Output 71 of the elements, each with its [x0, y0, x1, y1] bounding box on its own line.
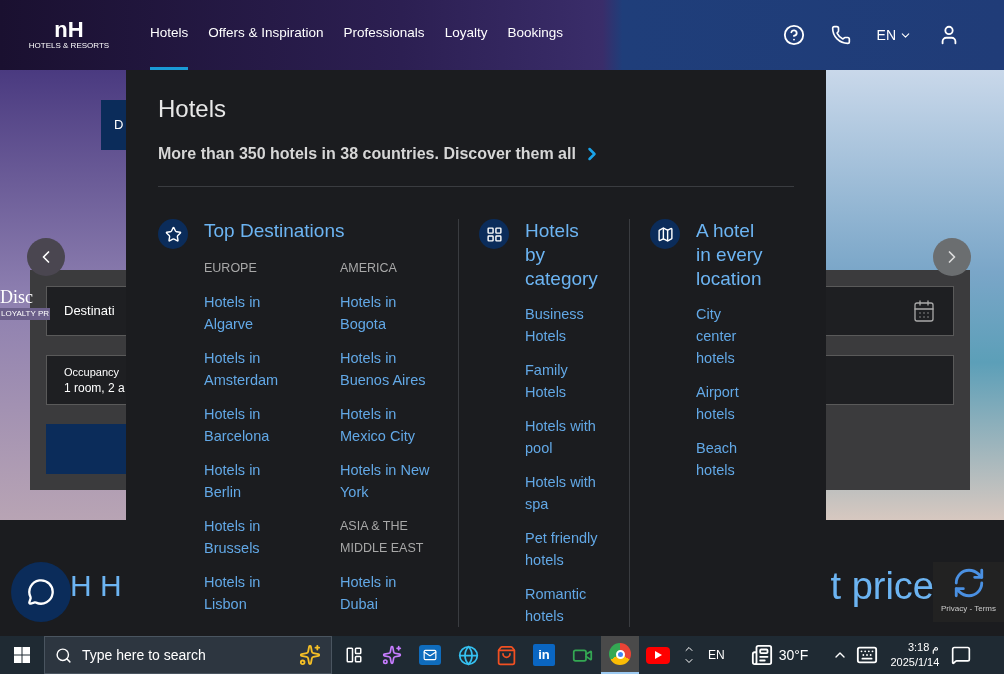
menu-link[interactable]: Hotels in Berlin [204, 459, 294, 503]
logo-text: HOTELS & RESORTS [28, 41, 110, 51]
nav-link[interactable]: Offers & Inspiration [208, 0, 324, 70]
help-icon[interactable] [782, 24, 805, 46]
search-icon [55, 646, 72, 664]
search-placeholder: Type here to search [82, 645, 206, 665]
caption-subtitle: LOYALTY PR [0, 308, 51, 320]
menu-link[interactable]: Hotels in Bogota [340, 291, 430, 335]
menu-link[interactable]: Pet friendly hotels [525, 527, 611, 571]
taskbar-search-field[interactable]: Type here to search [44, 636, 332, 674]
menu-link[interactable]: Hotels in Mexico City [340, 403, 430, 447]
menu-link[interactable]: Business Hotels [525, 303, 611, 347]
menu-link[interactable]: Hotels with pool [525, 415, 611, 459]
banner-heading: t price [830, 564, 934, 608]
menu-link[interactable]: Hotels in Buenos Aires [340, 347, 430, 391]
calendar-icon [912, 299, 936, 323]
menu-title: Hotels [158, 94, 228, 124]
play-icon [646, 646, 670, 664]
column-title: A hotel in every location [696, 219, 764, 291]
weather-text[interactable]: 30°F [778, 644, 809, 666]
menu-link[interactable]: Beach hotels [696, 437, 752, 481]
chat-bubble-icon [27, 578, 55, 606]
column-title: Hotels by category [525, 219, 599, 291]
menu-link[interactable]: Hotels in Amsterdam [204, 347, 294, 391]
destination-placeholder: Destinati [64, 302, 115, 321]
news-icon[interactable] [750, 644, 773, 666]
language-selector[interactable]: EN [876, 24, 912, 46]
grid-icon [479, 219, 509, 249]
menu-link[interactable]: City center hotels [696, 303, 752, 369]
banner-heading: H H [70, 568, 122, 604]
language-indicator[interactable]: EN [708, 646, 725, 664]
occupancy-label: Occupancy [64, 365, 120, 380]
menu-link[interactable]: Hotels with spa [525, 471, 611, 515]
menu-link[interactable]: Family Hotels [525, 359, 611, 403]
linkedin-logo: in [533, 644, 555, 666]
map-icon [650, 219, 680, 249]
region-heading: ASIA & THE MIDDLE EAST [340, 518, 425, 557]
circle-logo-icon [609, 643, 631, 665]
region-heading: AMERICA [340, 260, 398, 277]
menu-link[interactable]: Hotels in Brussels [204, 515, 294, 559]
bag-icon [495, 644, 517, 666]
phone-icon[interactable] [830, 25, 851, 45]
menu-link[interactable]: Romantic hotels [525, 583, 611, 627]
task-view-icon[interactable] [345, 646, 363, 664]
keyboard-icon[interactable] [856, 644, 879, 666]
menu-link[interactable]: Hotels in Algarve [204, 291, 294, 335]
menu-link[interactable]: Hotels in Dubai [340, 571, 430, 615]
menu-link[interactable]: Hotels in Lisbon [204, 571, 294, 615]
clock-time[interactable]: 3:18 م [907, 640, 940, 655]
nav-link[interactable]: Professionals [343, 0, 425, 70]
promo-button[interactable]: D [101, 100, 126, 150]
nav-link[interactable]: Bookings [507, 0, 563, 70]
column-title: Top Destinations [204, 219, 346, 243]
menu-link[interactable]: Hotels in New York [340, 459, 430, 503]
taskbar-app[interactable] [601, 636, 639, 674]
logo-mark[interactable]: nH [54, 19, 84, 41]
sparkle-icon [299, 644, 321, 666]
envelope-icon [419, 645, 441, 665]
taskbar-app[interactable]: in [525, 636, 563, 674]
nav-link[interactable]: Loyalty [444, 0, 488, 70]
chat-button[interactable] [11, 562, 71, 622]
menu-link[interactable]: Hotels in Barcelona [204, 403, 294, 447]
discover-link[interactable]: More than 350 hotels in 38 countries. Discover them all [158, 140, 794, 168]
globe-icon [457, 644, 479, 666]
region-heading: EUROPE [204, 260, 258, 277]
menu-link[interactable]: Airport hotels [696, 381, 752, 425]
clock-date[interactable]: 2025/1/14 [890, 655, 940, 670]
occupancy-value: 1 room, 2 a [64, 380, 125, 396]
notifications-icon[interactable] [951, 645, 972, 665]
sparkle-icon [382, 645, 402, 665]
recaptcha-links[interactable]: Privacy - Terms [941, 603, 996, 615]
